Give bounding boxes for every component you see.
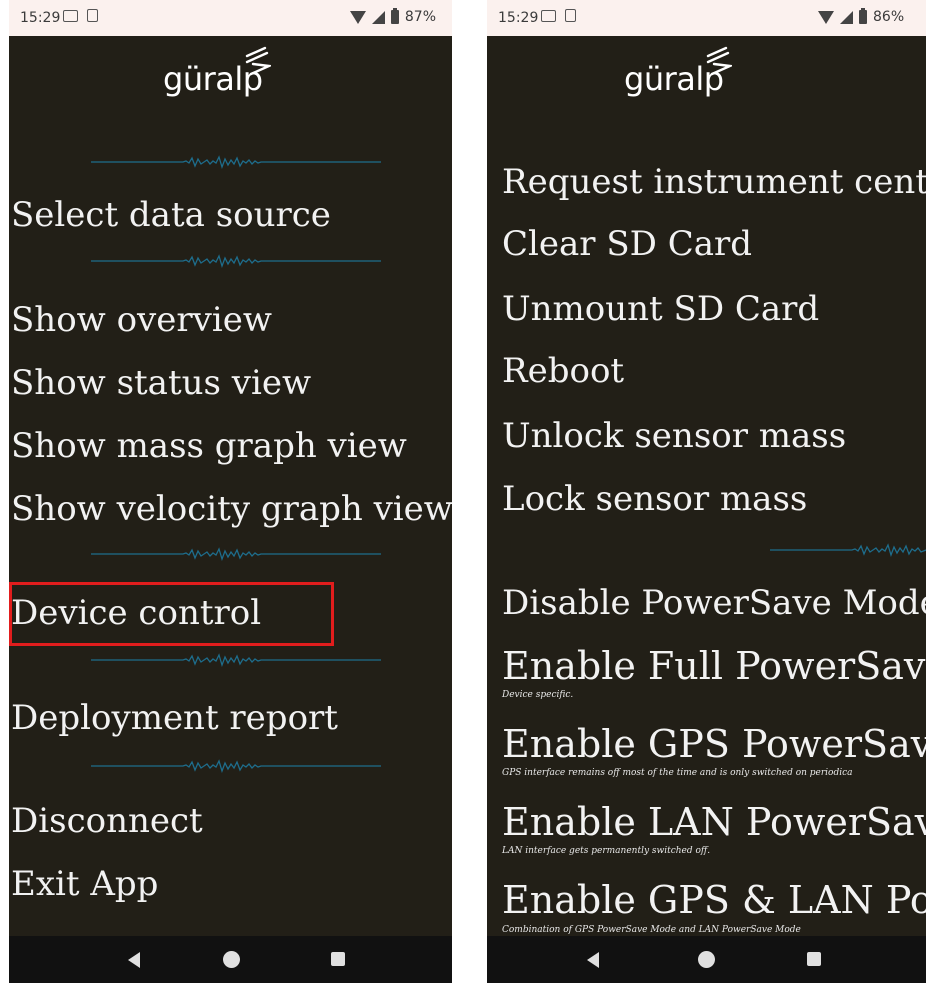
- status-time: 15:29: [498, 10, 539, 26]
- left-phone-screen: 15:29 87% güralp Select data source Show…: [9, 0, 452, 983]
- battery-percent: 86%: [873, 9, 905, 25]
- enable-full-powersave-item[interactable]: Enable Full PowerSave M: [502, 646, 926, 686]
- logo-mark-icon: [245, 46, 271, 76]
- waveform-divider-icon: [91, 759, 381, 773]
- deployment-report-item[interactable]: Deployment report: [11, 698, 338, 738]
- enable-gps-powersave-item[interactable]: Enable GPS PowerSave M: [502, 724, 926, 764]
- clear-sd-card-item[interactable]: Clear SD Card: [502, 224, 752, 264]
- enable-full-powersave-desc: Device specific.: [502, 690, 574, 700]
- battery-icon: [390, 8, 399, 24]
- right-phone-screen: 15:29 86% güralp Request instrument cent…: [487, 0, 926, 983]
- show-overview-item[interactable]: Show overview: [11, 300, 272, 340]
- lock-sensor-mass-item[interactable]: Lock sensor mass: [502, 479, 807, 519]
- recents-icon[interactable]: [331, 952, 345, 966]
- waveform-divider-icon: [91, 653, 381, 667]
- waveform-divider-icon: [91, 155, 381, 169]
- unmount-sd-card-item[interactable]: Unmount SD Card: [502, 289, 819, 329]
- notification-icons: [63, 9, 98, 22]
- reboot-item[interactable]: Reboot: [502, 351, 624, 391]
- logo-mark-icon: [706, 46, 732, 76]
- enable-lan-powersave-desc: LAN interface gets permanently switched …: [502, 846, 711, 856]
- status-bar: 15:29 86%: [487, 0, 926, 36]
- unlock-sensor-mass-item[interactable]: Unlock sensor mass: [502, 416, 846, 456]
- device-control-highlight: [9, 582, 334, 646]
- enable-gps-lan-powersave-item[interactable]: Enable GPS & LAN Power: [502, 880, 926, 920]
- waveform-divider-icon: [91, 254, 381, 268]
- show-velocity-graph-view-item[interactable]: Show velocity graph view: [11, 489, 452, 529]
- notification-icon: [541, 9, 556, 22]
- sim-icon: [565, 9, 576, 22]
- notification-icon: [63, 9, 78, 22]
- status-right: 86%: [818, 8, 905, 25]
- disconnect-item[interactable]: Disconnect: [11, 801, 203, 841]
- navigation-bar: [9, 936, 452, 983]
- status-bar: 15:29 87%: [9, 0, 452, 36]
- enable-lan-powersave-item[interactable]: Enable LAN PowerSave M: [502, 802, 926, 842]
- request-instrument-centre-item[interactable]: Request instrument cente: [502, 162, 926, 202]
- home-icon[interactable]: [223, 951, 240, 968]
- show-mass-graph-view-item[interactable]: Show mass graph view: [11, 426, 407, 466]
- enable-gps-powersave-desc: GPS interface remains off most of the ti…: [502, 768, 853, 778]
- status-right: 87%: [349, 8, 436, 25]
- waveform-divider-icon: [770, 543, 926, 557]
- battery-percent: 87%: [404, 9, 436, 25]
- show-status-view-item[interactable]: Show status view: [11, 363, 311, 403]
- back-icon[interactable]: [128, 952, 140, 968]
- status-time: 15:29: [20, 10, 61, 26]
- wifi-icon: [349, 10, 366, 24]
- battery-icon: [859, 8, 867, 24]
- signal-icon: [371, 10, 385, 24]
- waveform-divider-icon: [91, 547, 381, 561]
- back-icon[interactable]: [587, 952, 599, 968]
- recents-icon[interactable]: [807, 952, 821, 966]
- signal-icon: [840, 10, 853, 24]
- disable-powersave-item[interactable]: Disable PowerSave Mode: [502, 583, 926, 623]
- navigation-bar: [487, 936, 926, 983]
- select-data-source-item[interactable]: Select data source: [11, 195, 331, 235]
- exit-app-item[interactable]: Exit App: [11, 864, 158, 904]
- enable-gps-lan-powersave-desc: Combination of GPS PowerSave Mode and LA…: [502, 925, 801, 935]
- notification-icons: [541, 9, 576, 22]
- home-icon[interactable]: [698, 951, 715, 968]
- wifi-icon: [818, 10, 834, 24]
- sim-icon: [87, 9, 98, 22]
